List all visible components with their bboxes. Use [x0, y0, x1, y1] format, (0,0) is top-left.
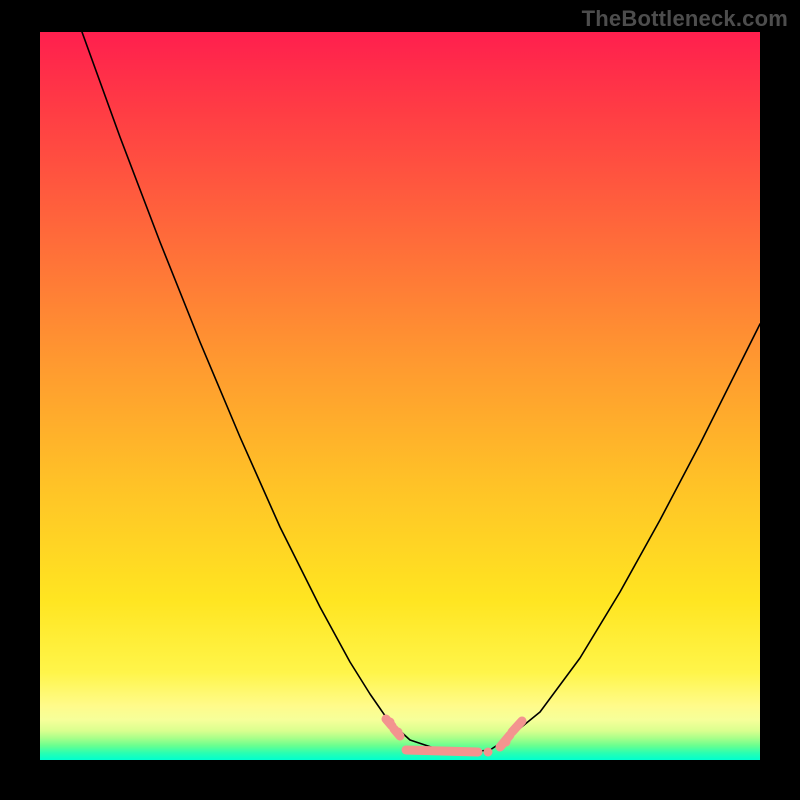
bottleneck-curve — [82, 32, 760, 752]
plot-area — [40, 32, 760, 760]
curve-markers — [386, 719, 522, 752]
attribution-label: TheBottleneck.com — [582, 6, 788, 32]
curve-svg — [40, 32, 760, 760]
chart-frame: TheBottleneck.com — [0, 0, 800, 800]
